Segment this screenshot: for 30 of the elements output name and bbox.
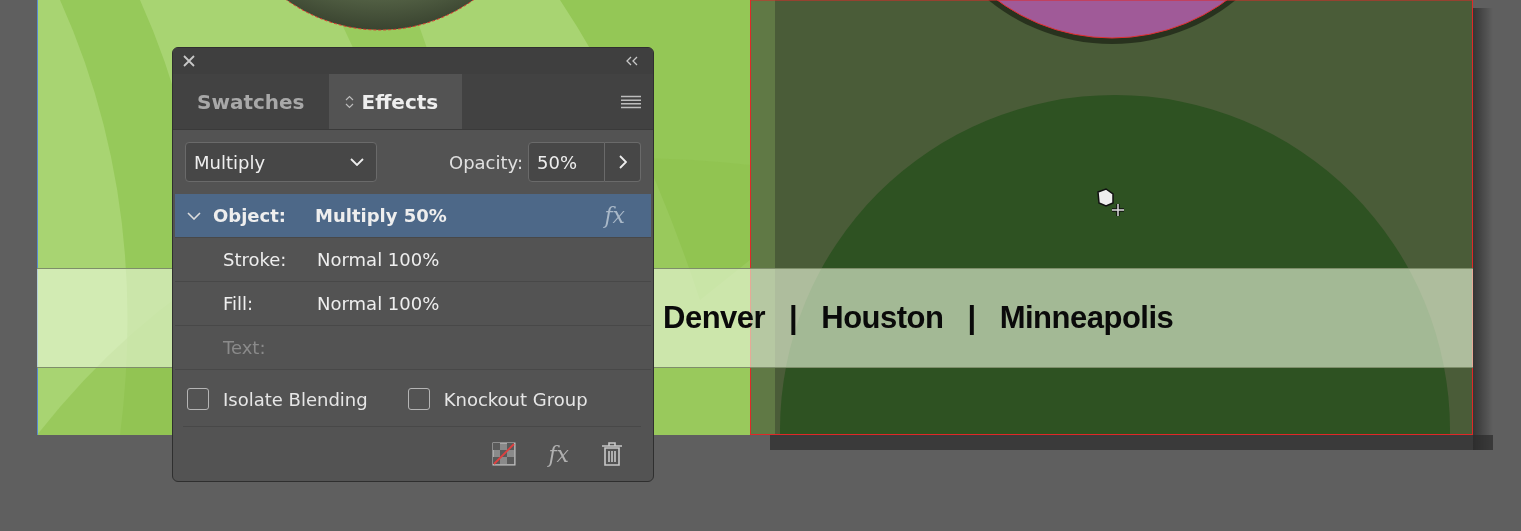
sort-arrows-icon — [344, 94, 354, 109]
clear-effects-icon[interactable] — [492, 442, 517, 466]
opacity-field[interactable]: 50% — [528, 142, 605, 182]
checkbox[interactable] — [187, 388, 209, 410]
city-label: Denver — [663, 300, 766, 336]
fx-label: fx — [604, 203, 625, 228]
opacity-label: Opacity: — [449, 151, 523, 173]
panel-tab[interactable]: Effects — [328, 74, 463, 129]
close-icon[interactable] — [183, 55, 195, 67]
blend-mode-dropdown[interactable]: Multiply — [185, 142, 377, 182]
checkbox[interactable] — [407, 388, 430, 410]
checkbox-label: Isolate Blending — [223, 388, 368, 410]
attribute-row[interactable]: Stroke: Normal 100% — [175, 238, 651, 282]
opacity-slider-button[interactable] — [605, 142, 641, 182]
chevron-down-icon — [350, 158, 364, 166]
collapse-icon[interactable] — [625, 56, 639, 66]
chevron-down-icon[interactable] — [187, 211, 201, 220]
object-label: Object: — [213, 205, 288, 226]
object-value: Multiply 50% — [315, 205, 448, 226]
menu-icon[interactable] — [621, 94, 641, 109]
trash-icon[interactable] — [601, 442, 623, 466]
separator: | — [789, 300, 798, 336]
object-row[interactable]: Object: Multiply 50% fx — [175, 194, 651, 238]
checkbox-label: Knockout Group — [443, 388, 588, 410]
chevron-right-icon — [618, 155, 627, 169]
separator: | — [967, 300, 976, 336]
add-effect-button[interactable]: fx — [548, 441, 569, 467]
attribute-row[interactable]: Fill: Normal 100% — [175, 282, 651, 326]
city-label: Houston — [821, 300, 944, 336]
city-label: Minneapolis — [999, 300, 1174, 336]
